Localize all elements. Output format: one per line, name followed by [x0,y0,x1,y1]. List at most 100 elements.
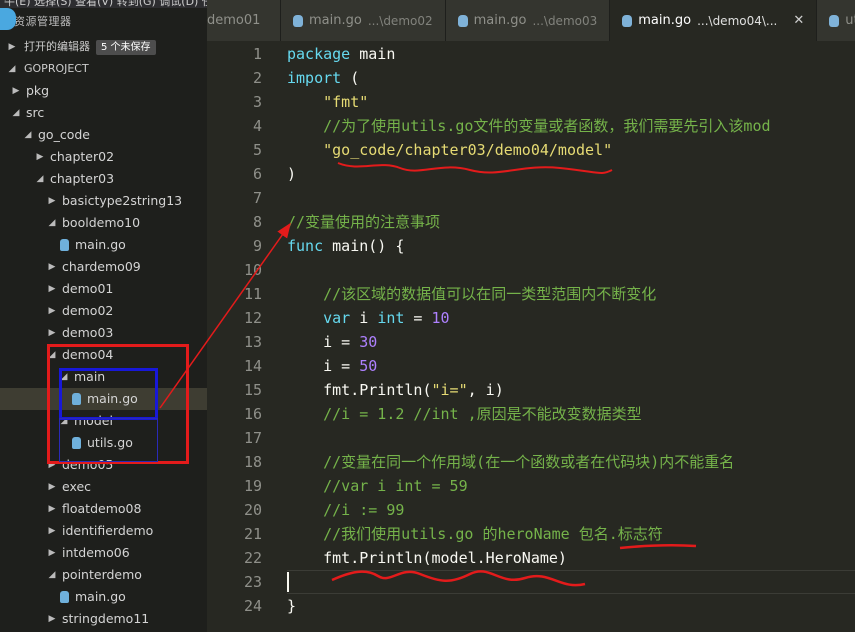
tree-folder-item[interactable]: ◢ booldemo10 [0,212,207,234]
code-editor[interactable]: 1 2 3 4 5 6 7 8 9 10 11 12 13 14 15 16 17 18 19 20 21 22 23 24 … [207,41,855,632]
code-token: //变量使用的注意事项 [287,213,441,231]
code-line[interactable]: i = 50 [287,354,377,378]
line-number: 18 [243,453,262,471]
code-token: i [350,309,378,327]
code-line[interactable]: package main [287,42,395,66]
code-line[interactable]: //我们使用utils.go 的heroName 包名.标志符 [287,522,663,546]
tree-file-item[interactable]: main.go [0,586,207,608]
tree-folder-item[interactable]: ◢ src [0,102,207,124]
code-line[interactable]: //i := 99 [287,498,404,522]
tab-label: main.go [638,13,692,28]
code-line[interactable]: //i = 1.2 //int ,原因是不能改变数据类型 [287,402,642,426]
code-line[interactable]: //为了使用utils.go文件的变量或者函数，我们需要先引入该mod [287,114,770,138]
code-token: "go_code/chapter03/demo04/model" [323,141,613,159]
chevron-right-icon: ▶ [8,42,16,52]
tree-folder-item[interactable]: ▶ chardemo09 [0,256,207,278]
code-token: //var i int = 59 [323,477,468,495]
chevron-right-icon: ▶ [48,284,56,294]
tree-item-label: pkg [26,83,50,98]
code-area[interactable]: package main import ( "fmt" //为了使用utils.g… [287,41,855,632]
chevron-right-icon: ▶ [36,152,44,162]
tree-folder-item[interactable]: ◢ chapter03 [0,168,207,190]
tree-item-label: go_code [38,127,90,142]
chevron-down-icon: ◢ [48,570,56,580]
explorer-title: 资源管理器 [14,15,72,28]
go-file-icon [60,591,69,603]
tree-folder-item[interactable]: ▶ floatdemo08 [0,498,207,520]
tree-folder-item[interactable]: ▶ demo01 [0,278,207,300]
tree-folder-item[interactable]: ◢ go_code [0,124,207,146]
code-line[interactable]: fmt.Println("i=", i) [287,378,504,402]
code-line[interactable]: //变量使用的注意事项 [287,210,440,234]
code-token: import [287,69,342,87]
tree-folder-item[interactable]: ▶ chapter02 [0,146,207,168]
code-token: ( [341,69,360,87]
line-number: 8 [252,213,262,231]
tree-folder-item[interactable]: ▶ demo02 [0,300,207,322]
code-line[interactable]: var i int = 10 [287,306,449,330]
tree-item-label: basictype2string13 [62,193,183,208]
tree-folder-item[interactable]: ▶ exec [0,476,207,498]
tree-folder-item[interactable]: ▶ basictype2string13 [0,190,207,212]
tab-label: main.go [473,13,527,28]
open-editors-section[interactable]: ▶ 打开的编辑器 5 个未保存 [0,36,207,58]
line-number: 3 [252,93,262,111]
tab-3[interactable]: main.go ...\demo04\... ✕ [610,0,818,41]
line-number: 15 [243,381,262,399]
code-token: main [350,45,396,63]
tree-folder-item[interactable]: ▶ pkg [0,80,207,102]
code-line[interactable]: func main() { [287,234,404,258]
code-line[interactable]: "go_code/chapter03/demo04/model" [287,138,612,162]
code-line[interactable]: import ( [287,66,359,90]
tree-item-label: booldemo10 [62,215,141,230]
tree-folder-item[interactable]: ▶ intdemo06 [0,542,207,564]
code-line[interactable]: //var i int = 59 [287,474,468,498]
code-token: //i = 1.2 //int ,原因是不能改变数据类型 [323,405,642,423]
tab-path: ...\demo02 [367,13,433,28]
tab-2[interactable]: main.go ...\demo03 [445,0,611,41]
explorer-sidebar: 资源管理器 ▶ 打开的编辑器 5 个未保存 ◢ GOPROJECT ▶ pkg ◢ s… [0,8,207,632]
code-line[interactable]: "fmt" [287,90,368,114]
go-file-icon [457,14,468,27]
tab-0[interactable]: demo01 [207,0,281,41]
tab-1[interactable]: main.go ...\demo02 [281,0,446,41]
chevron-right-icon: ▶ [48,482,56,492]
code-token: i = [287,357,360,375]
tree-item-label: exec [62,479,92,494]
code-line[interactable]: //变量在同一个作用域(在一个函数或者在代码块)内不能重名 [287,450,734,474]
tree-folder-item[interactable]: ▶ demo03 [0,322,207,344]
code-token: //变量在同一个作用域(在一个函数或者在代码块)内不能重名 [323,453,735,471]
code-line[interactable]: fmt.Println(model.HeroName) [287,546,567,570]
line-number: 19 [243,477,262,495]
code-token: main() { [323,237,405,255]
tree-folder-item[interactable]: ▶ identifierdemo [0,520,207,542]
project-section[interactable]: ◢ GOPROJECT [0,58,207,80]
open-editors-label: 打开的编辑器 [24,40,90,53]
tree-item-label: src [26,105,45,120]
code-token: var [323,309,351,327]
chevron-right-icon: ▶ [12,86,20,96]
code-line[interactable]: } [287,594,296,618]
tree-item-label: stringdemo11 [62,611,150,626]
code-line[interactable]: //该区域的数据值可以在同一类型范围内不断变化 [287,282,656,306]
close-icon[interactable]: ✕ [793,13,804,28]
line-number-gutter: 1 2 3 4 5 6 7 8 9 10 11 12 13 14 15 16 17 18 19 20 21 22 23 24 [207,41,262,632]
code-line[interactable] [287,570,323,594]
tab-label: demo01 [207,13,261,28]
tree-file-item[interactable]: main.go [0,234,207,256]
code-line[interactable]: i = 30 [287,330,377,354]
tree-folder-item[interactable]: ◢ pointerdemo [0,564,207,586]
app-logo-icon [0,8,16,30]
tab-4[interactable]: utils [817,0,855,41]
line-number: 2 [252,69,262,87]
chevron-down-icon: ◢ [36,174,44,184]
annotation-blue-box-model [59,418,158,462]
code-line[interactable]: ) [287,162,296,186]
tree-folder-item[interactable]: ▶ stringdemo11 [0,608,207,630]
